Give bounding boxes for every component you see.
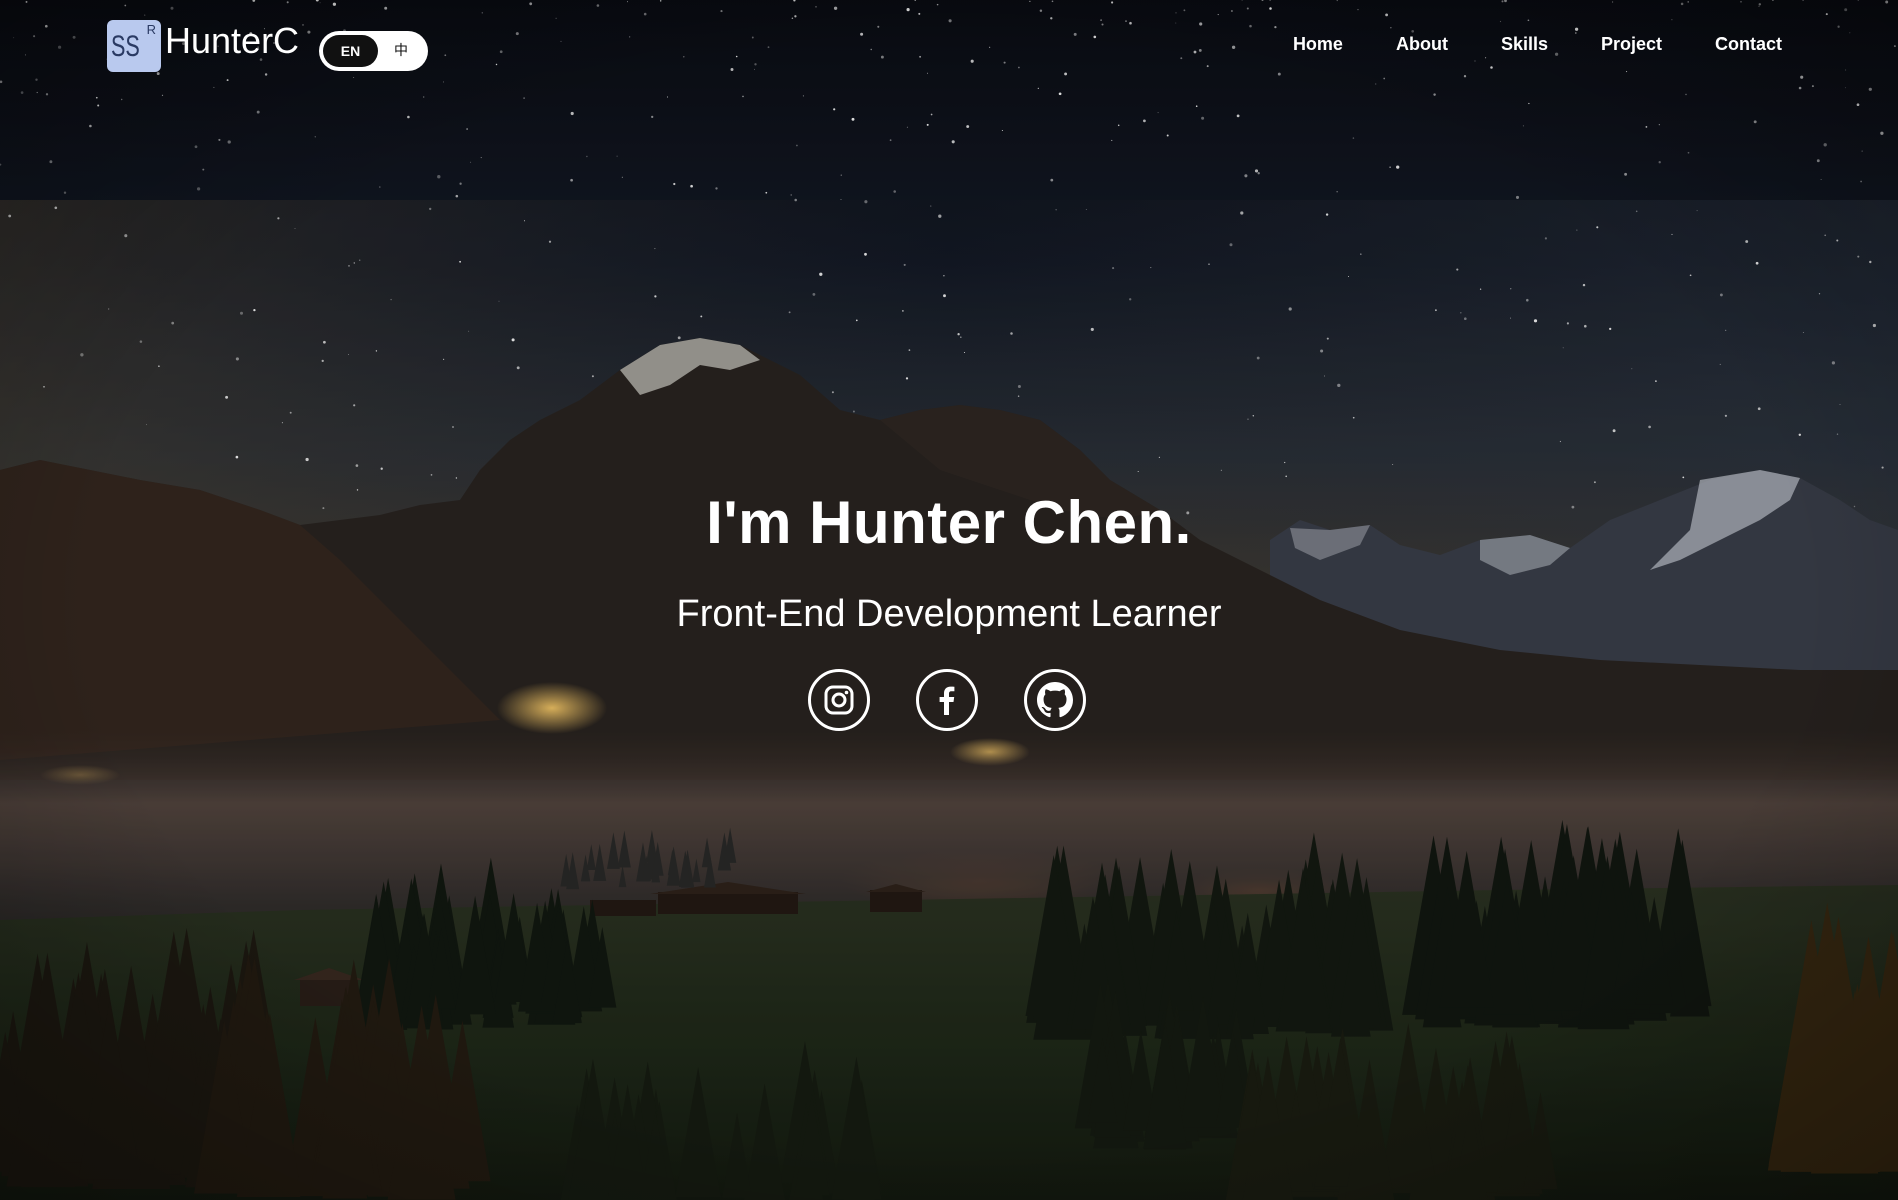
nav-menu: Home About Skills Project Contact xyxy=(1240,32,1782,56)
page: SS R HunterC EN 中 Home About Skills Proj… xyxy=(0,0,1898,1200)
instagram-icon xyxy=(824,685,854,715)
brand-name[interactable]: HunterC xyxy=(165,23,299,59)
facebook-icon xyxy=(939,686,955,715)
hero-subtitle: Front-End Development Learner xyxy=(676,593,1222,635)
brand[interactable]: SS R HunterC xyxy=(107,20,299,72)
logo-superscript: R xyxy=(146,22,156,37)
github-link[interactable] xyxy=(1024,669,1086,731)
logo-letters: SS xyxy=(111,30,140,63)
language-toggle[interactable]: EN 中 xyxy=(319,31,428,71)
facebook-link[interactable] xyxy=(916,669,978,731)
language-option-en[interactable]: EN xyxy=(323,35,378,67)
hero-title: I'm Hunter Chen. xyxy=(706,489,1192,556)
nav-item-project[interactable]: Project xyxy=(1601,32,1662,56)
language-option-zh[interactable]: 中 xyxy=(381,35,421,67)
logo-icon[interactable]: SS R xyxy=(107,20,161,72)
social-links xyxy=(808,669,1132,731)
instagram-link[interactable] xyxy=(808,669,870,731)
nav-item-about[interactable]: About xyxy=(1396,32,1448,56)
nav-item-skills[interactable]: Skills xyxy=(1501,32,1548,56)
github-icon xyxy=(1037,682,1073,718)
nav-item-contact[interactable]: Contact xyxy=(1715,32,1782,56)
nav-item-home[interactable]: Home xyxy=(1293,32,1343,56)
navbar: SS R HunterC EN 中 Home About Skills Proj… xyxy=(0,0,1898,92)
